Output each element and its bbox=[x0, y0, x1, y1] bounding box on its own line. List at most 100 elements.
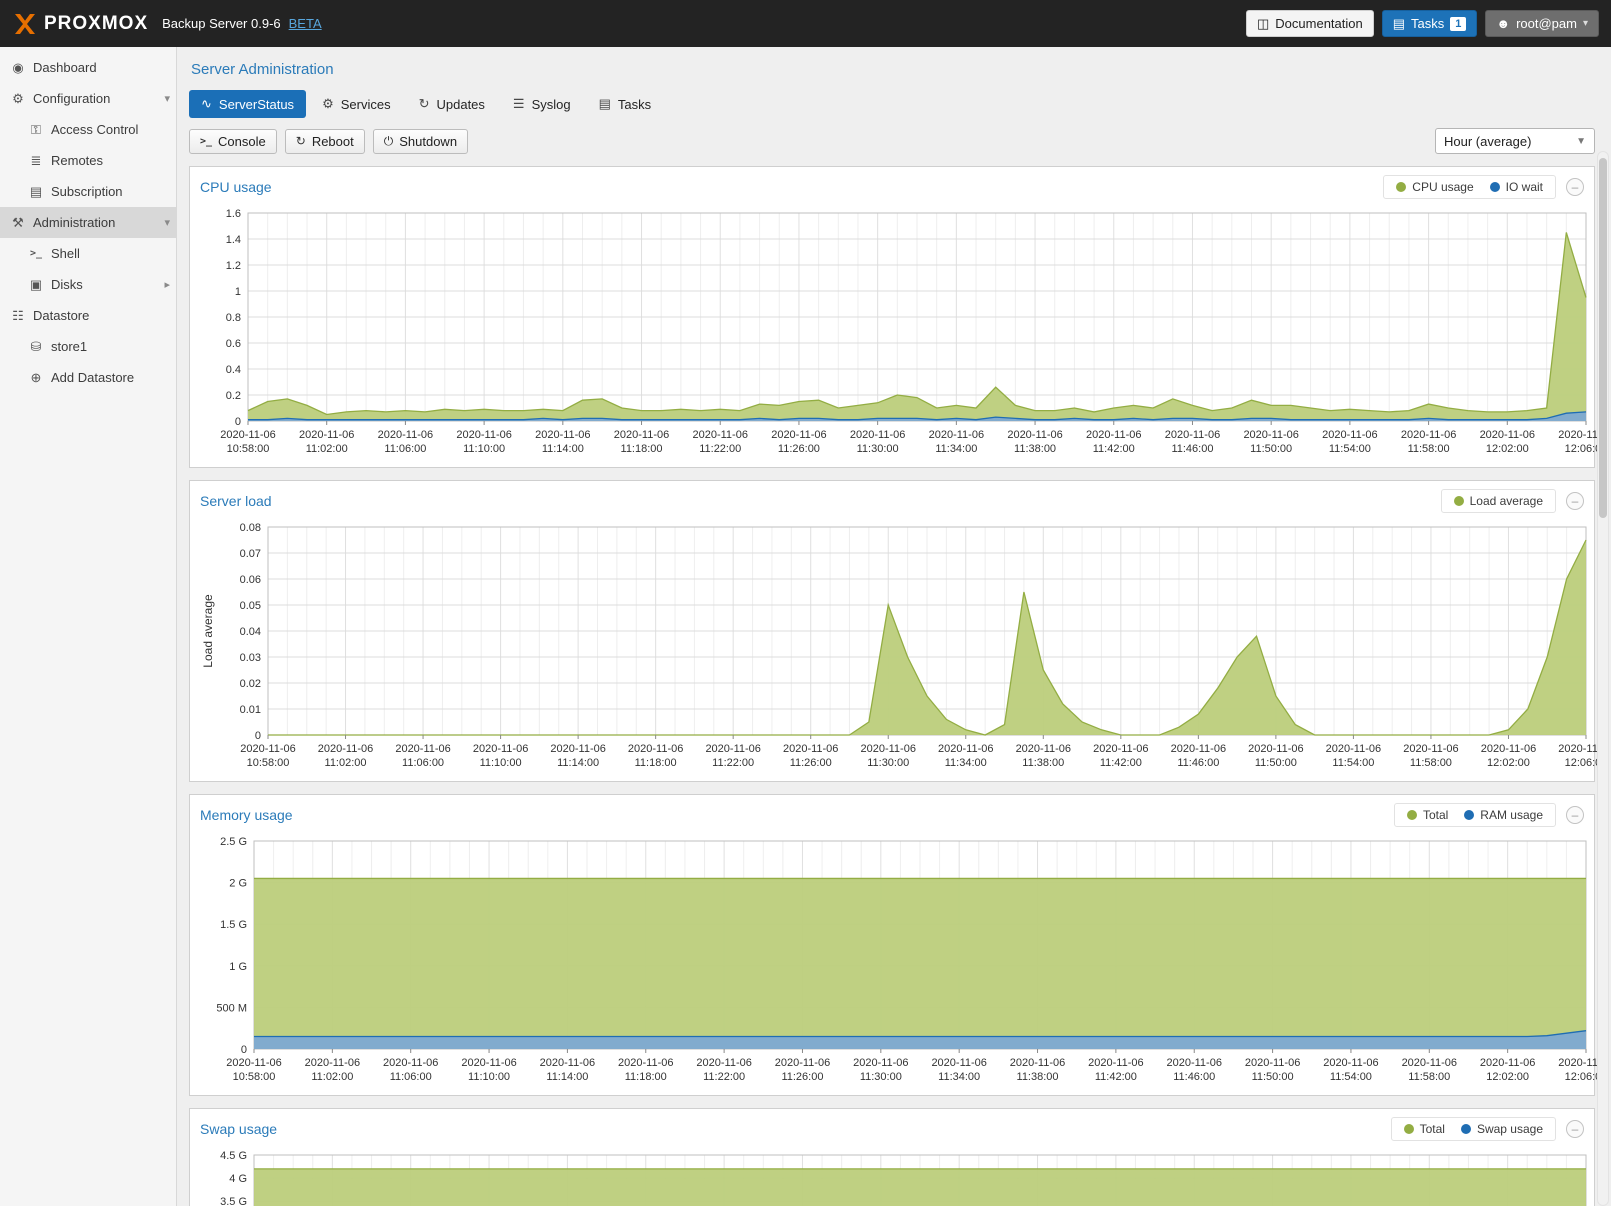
product-title: Backup Server 0.9-6 bbox=[162, 16, 281, 31]
documentation-button[interactable]: ◫ Documentation bbox=[1246, 10, 1374, 37]
collapse-panel-button[interactable]: – bbox=[1566, 1120, 1584, 1138]
svg-text:2020-11-06: 2020-11-06 bbox=[1165, 429, 1220, 441]
tab-tasks[interactable]: ▤Tasks bbox=[587, 90, 664, 118]
collapse-panel-button[interactable]: – bbox=[1566, 492, 1584, 510]
sidebar-item-disks[interactable]: ▣Disks▸ bbox=[0, 269, 176, 300]
database-icon: ⛁ bbox=[28, 339, 44, 355]
svg-text:11:22:00: 11:22:00 bbox=[703, 1071, 745, 1083]
svg-text:11:02:00: 11:02:00 bbox=[306, 443, 348, 455]
server-load-plot: 00.010.020.030.040.050.060.070.082020-11… bbox=[196, 519, 1600, 775]
svg-text:2020-11-06: 2020-11-06 bbox=[1248, 743, 1303, 755]
content-scrollbar[interactable] bbox=[1597, 151, 1609, 1206]
svg-text:2.5 G: 2.5 G bbox=[220, 836, 247, 848]
beta-link[interactable]: BETA bbox=[289, 16, 322, 31]
svg-text:11:18:00: 11:18:00 bbox=[635, 757, 677, 769]
svg-text:2020-11-06: 2020-11-06 bbox=[1016, 743, 1071, 755]
svg-text:4.5 G: 4.5 G bbox=[220, 1150, 247, 1162]
legend-item: CPU usage bbox=[1396, 180, 1473, 194]
tab-services[interactable]: ⚙Services bbox=[310, 90, 403, 118]
time-range-select[interactable]: Hour (average) ▼ bbox=[1435, 128, 1595, 154]
reboot-button[interactable]: ↻Reboot bbox=[285, 129, 365, 154]
sidebar-item-shell[interactable]: >_Shell bbox=[0, 238, 176, 269]
sidebar-item-label: Access Control bbox=[51, 122, 138, 137]
svg-text:2020-11-06: 2020-11-06 bbox=[226, 1057, 281, 1069]
memory-usage-plot: 0500 M1 G1.5 G2 G2.5 G2020-11-0610:58:00… bbox=[196, 833, 1600, 1089]
swap-usage-chart: 0500 M1 G1.5 G2 G2.5 G3 G3.5 G4 G4.5 G20… bbox=[190, 1147, 1594, 1206]
chevron-down-icon[interactable]: ▾ bbox=[164, 92, 170, 105]
sidebar-item-access-control[interactable]: ⚿Access Control bbox=[0, 114, 176, 145]
console-button[interactable]: >_Console bbox=[189, 129, 277, 154]
svg-text:2020-11-06: 2020-11-06 bbox=[1402, 1057, 1457, 1069]
svg-text:2020-11-06: 2020-11-06 bbox=[456, 429, 511, 441]
panel-title: Memory usage bbox=[200, 807, 293, 823]
svg-text:10:58:00: 10:58:00 bbox=[247, 757, 290, 769]
legend-dot bbox=[1490, 182, 1500, 192]
chevron-down-icon[interactable]: ▾ bbox=[164, 216, 170, 229]
legend-label: Total bbox=[1420, 1122, 1445, 1136]
svg-text:11:50:00: 11:50:00 bbox=[1255, 757, 1297, 769]
svg-text:11:50:00: 11:50:00 bbox=[1250, 443, 1292, 455]
shutdown-button[interactable]: ⏻Shutdown bbox=[373, 129, 468, 154]
legend-dot bbox=[1396, 182, 1406, 192]
sidebar-item-dashboard[interactable]: ◉Dashboard bbox=[0, 52, 176, 83]
plus-icon: ⊕ bbox=[28, 370, 44, 386]
svg-text:0.07: 0.07 bbox=[240, 548, 261, 560]
proxmox-x-icon bbox=[12, 12, 38, 36]
legend-dot bbox=[1464, 810, 1474, 820]
svg-text:2020-11-06: 2020-11-06 bbox=[383, 1057, 438, 1069]
tab-syslog[interactable]: ☰Syslog bbox=[501, 90, 583, 118]
panel-header: Memory usage Total RAM usage – bbox=[190, 795, 1594, 833]
chevron-right-icon[interactable]: ▸ bbox=[164, 278, 170, 291]
sidebar-item-label: Shell bbox=[51, 246, 80, 261]
legend-item: Load average bbox=[1454, 494, 1543, 508]
panel-title: CPU usage bbox=[200, 179, 272, 195]
tab-updates[interactable]: ↻Updates bbox=[407, 90, 497, 118]
svg-text:11:46:00: 11:46:00 bbox=[1177, 757, 1219, 769]
user-icon: ☻ bbox=[1496, 16, 1510, 31]
svg-text:2020-11-06: 2020-11-06 bbox=[318, 743, 373, 755]
legend-item: RAM usage bbox=[1464, 808, 1543, 822]
svg-text:12:02:00: 12:02:00 bbox=[1486, 1071, 1529, 1083]
svg-text:11:02:00: 11:02:00 bbox=[325, 757, 367, 769]
svg-text:2020-11-06: 2020-11-06 bbox=[395, 743, 450, 755]
tasks-button[interactable]: ▤ Tasks 1 bbox=[1382, 10, 1478, 37]
collapse-panel-button[interactable]: – bbox=[1566, 178, 1584, 196]
chevron-down-icon: ▾ bbox=[1583, 18, 1588, 29]
svg-text:11:10:00: 11:10:00 bbox=[480, 757, 522, 769]
svg-text:0.6: 0.6 bbox=[226, 338, 241, 350]
chart-legend: Load average bbox=[1441, 489, 1556, 513]
collapse-panel-button[interactable]: – bbox=[1566, 806, 1584, 824]
svg-text:2020-11-06: 2020-11-06 bbox=[1480, 429, 1535, 441]
svg-text:2020-11-06: 2020-11-06 bbox=[929, 429, 984, 441]
svg-text:11:30:00: 11:30:00 bbox=[867, 757, 909, 769]
refresh-icon: ↻ bbox=[419, 96, 430, 112]
sidebar-item-store1[interactable]: ⛁store1 bbox=[0, 331, 176, 362]
sidebar-item-subscription[interactable]: ▤Subscription bbox=[0, 176, 176, 207]
svg-text:12:02:00: 12:02:00 bbox=[1487, 757, 1530, 769]
svg-text:2020-11-06: 2020-11-06 bbox=[1010, 1057, 1065, 1069]
svg-text:2020-11-06: 2020-11-06 bbox=[1403, 743, 1458, 755]
svg-text:11:34:00: 11:34:00 bbox=[935, 443, 977, 455]
tab-serverstatus[interactable]: ∿ServerStatus bbox=[189, 90, 306, 118]
svg-text:12:02:00: 12:02:00 bbox=[1486, 443, 1529, 455]
sidebar-item-remotes[interactable]: ≣Remotes bbox=[0, 145, 176, 176]
legend-item: Total bbox=[1404, 1122, 1445, 1136]
svg-text:2020-11-06: 2020-11-06 bbox=[618, 1057, 673, 1069]
svg-text:2020-11-06: 2020-11-06 bbox=[1401, 429, 1456, 441]
sidebar-item-add-datastore[interactable]: ⊕Add Datastore bbox=[0, 362, 176, 393]
svg-text:0.8: 0.8 bbox=[226, 312, 241, 324]
sidebar-item-administration[interactable]: ⚒Administration▾ bbox=[0, 207, 176, 238]
sidebar-item-configuration[interactable]: ⚙Configuration▾ bbox=[0, 83, 176, 114]
sidebar-item-datastore[interactable]: ☷Datastore bbox=[0, 300, 176, 331]
chart-legend: Total Swap usage bbox=[1391, 1117, 1556, 1141]
button-label: Console bbox=[218, 134, 266, 149]
svg-text:0.08: 0.08 bbox=[240, 522, 261, 534]
svg-text:0: 0 bbox=[255, 730, 261, 742]
user-menu-button[interactable]: ☻ root@pam ▾ bbox=[1485, 10, 1599, 37]
tab-label: Syslog bbox=[532, 97, 571, 112]
scrollbar-thumb[interactable] bbox=[1599, 158, 1607, 518]
chevron-down-icon: ▼ bbox=[1576, 136, 1586, 147]
legend-label: CPU usage bbox=[1412, 180, 1473, 194]
svg-text:2020-11-06: 2020-11-06 bbox=[550, 743, 605, 755]
svg-text:11:34:00: 11:34:00 bbox=[938, 1071, 980, 1083]
